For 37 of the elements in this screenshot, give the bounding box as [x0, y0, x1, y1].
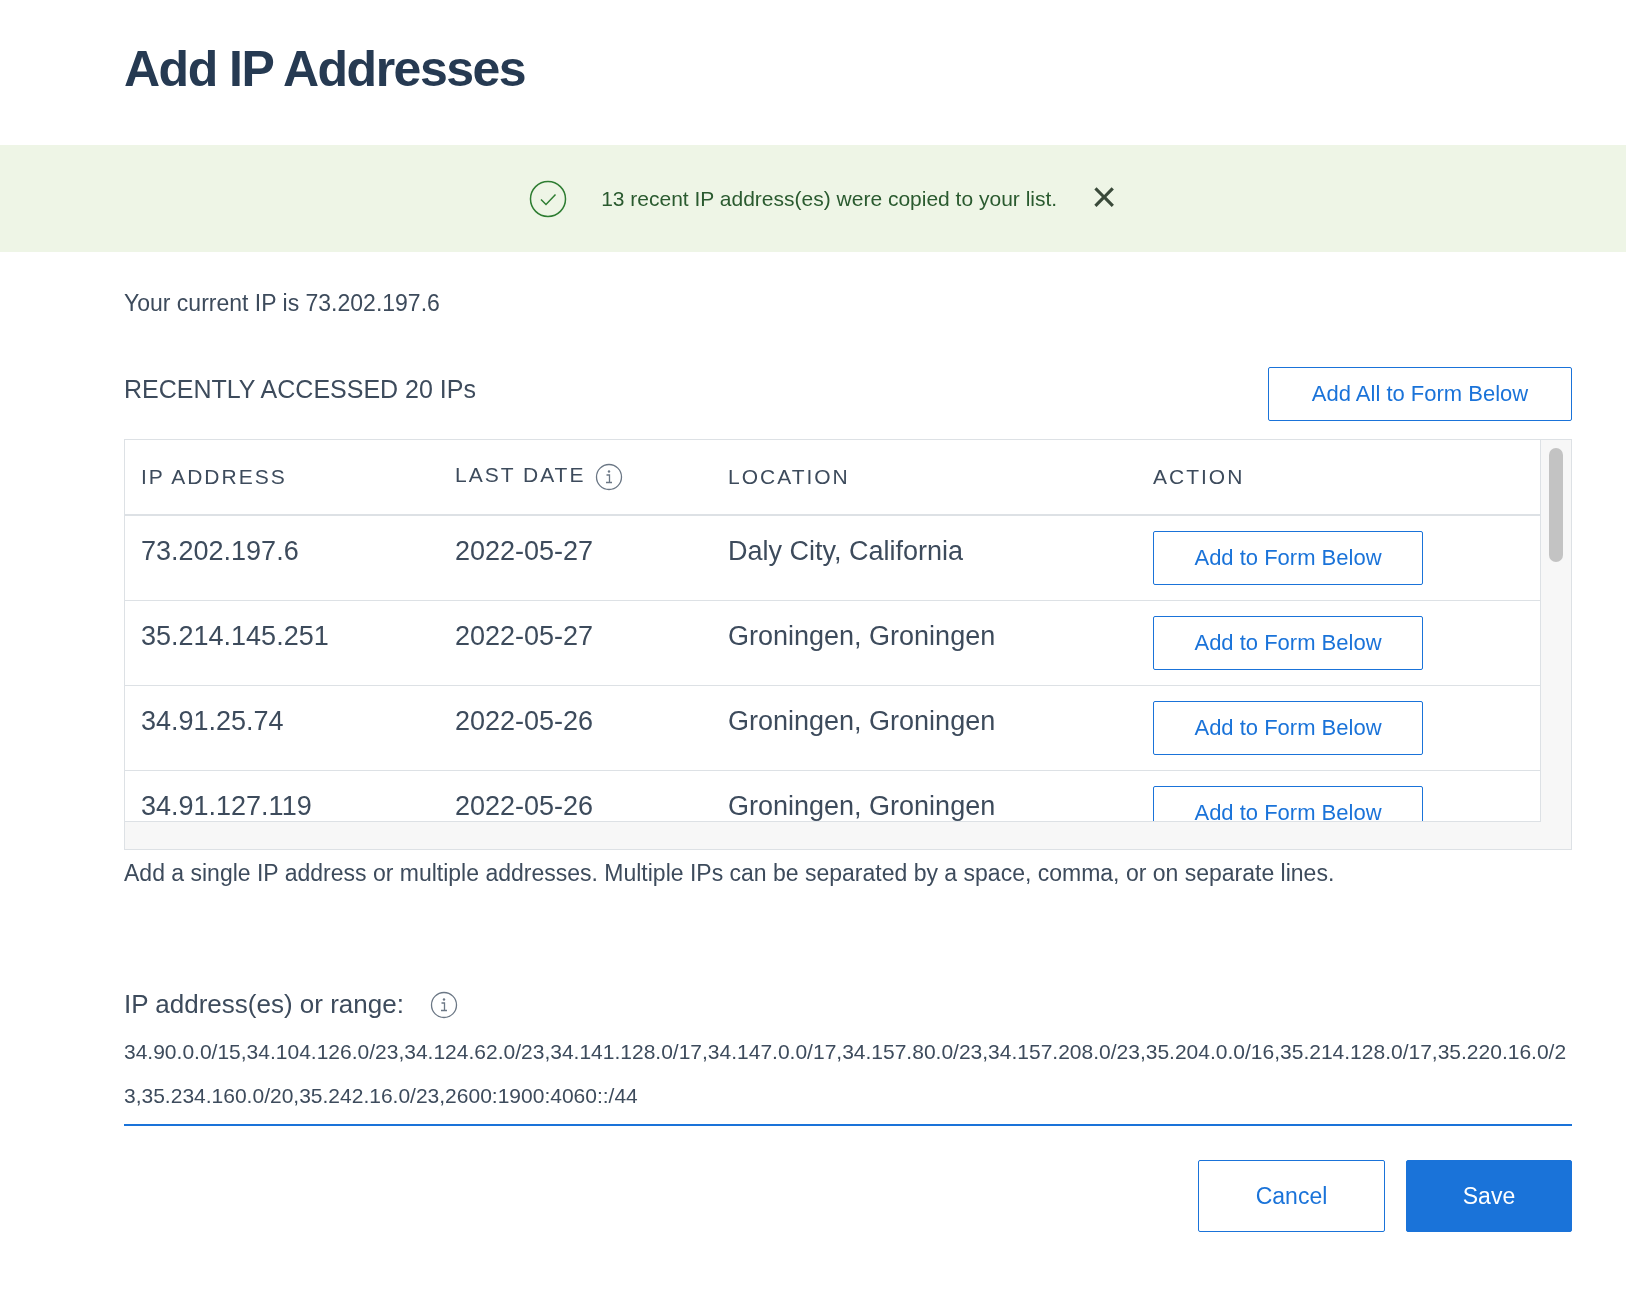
- add-to-form-button[interactable]: Add to Form Below: [1153, 701, 1423, 755]
- info-icon: [595, 463, 624, 492]
- table-cell: Groningen, Groningen: [728, 791, 996, 821]
- scrollbar-thumb[interactable]: [1549, 448, 1563, 562]
- table-cell: 34.91.127.119: [141, 791, 312, 821]
- table-cell: 34.91.25.74: [141, 706, 284, 737]
- column-header: LAST DATE: [455, 462, 586, 486]
- current-ip-text: Your current IP is 73.202.197.6: [124, 290, 441, 317]
- add-to-form-button[interactable]: Add to Form Below: [1153, 786, 1423, 821]
- cancel-button[interactable]: Cancel: [1198, 1160, 1385, 1232]
- column-header: IP ADDRESS: [141, 465, 287, 488]
- table-cell: 73.202.197.6: [141, 536, 299, 567]
- horizontal-scrollbar[interactable]: [125, 822, 1541, 849]
- ip-input-field[interactable]: 34.90.0.0/15,34.104.126.0/23,34.124.62.0/23,34.141.128.0/17,34.147.0.0/17,34.157.80.0/23,34.157.208.0/23,35.204.0.0/16,35.214.128.0/17,35.220.16.0/23,35.234.160.0/20,35.242.16.0/23,2600:1900:4060::/44: [124, 1030, 1572, 1126]
- table-cell: 2022-05-26: [455, 791, 594, 821]
- table-cell: Groningen, Groningen: [728, 621, 996, 652]
- table-cell: 2022-05-26: [455, 706, 594, 737]
- info-icon: [429, 990, 458, 1019]
- table-cell: 2022-05-27: [455, 536, 594, 567]
- page-title: Add IP Addresses: [123, 40, 527, 99]
- add-to-form-button[interactable]: Add to Form Below: [1153, 531, 1423, 585]
- column-header: ACTION: [1153, 465, 1245, 488]
- table-cell: Daly City, California: [728, 536, 964, 567]
- add-to-form-button[interactable]: Add to Form Below: [1153, 616, 1423, 670]
- banner-message: 13 recent IP address(es) were copied to your list.: [601, 186, 1058, 211]
- check-circle-icon: [529, 179, 568, 218]
- add-all-button[interactable]: Add All to Form Below: [1268, 367, 1572, 421]
- close-button[interactable]: ×: [1091, 174, 1117, 223]
- column-header: LOCATION: [728, 465, 850, 488]
- table-cell: 2022-05-27: [455, 621, 594, 652]
- save-button[interactable]: Save: [1406, 1160, 1572, 1232]
- section-heading: RECENTLY ACCESSED 20 IPs: [124, 375, 476, 404]
- vertical-scrollbar[interactable]: [1541, 440, 1571, 849]
- table-cell: 35.214.145.251: [141, 621, 329, 652]
- field-label: IP address(es) or range:: [124, 989, 404, 1020]
- help-text: Add a single IP address or multiple addresses. Multiple IPs can be separated by a space, comma, or on separate lines.: [124, 860, 1336, 887]
- table-cell: Groningen, Groningen: [728, 706, 996, 737]
